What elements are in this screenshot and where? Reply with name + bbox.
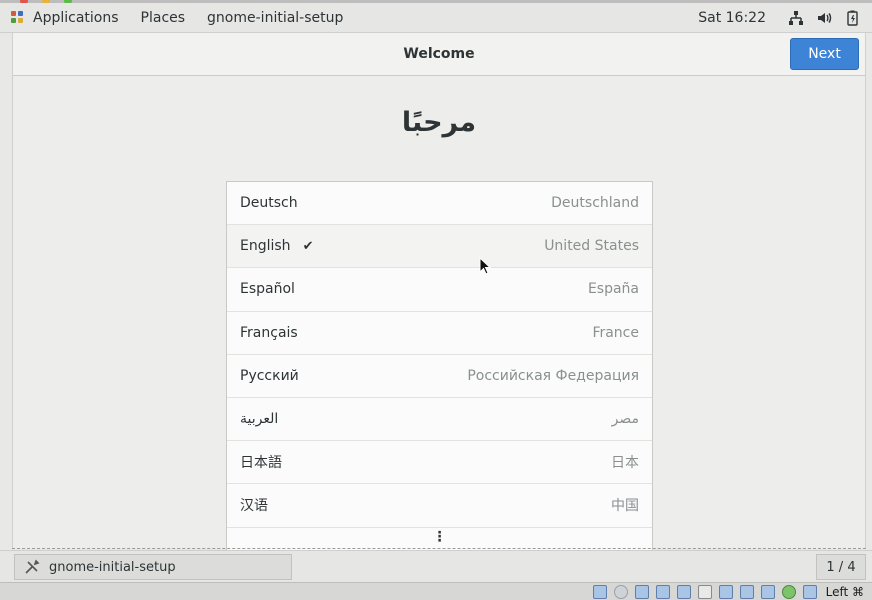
- more-languages-icon[interactable]: ⋮: [227, 530, 652, 544]
- checkmark-icon: ✔: [302, 238, 314, 254]
- vm-status-bar: Left ⌘: [0, 582, 872, 600]
- clock[interactable]: Sat 16:22: [698, 10, 788, 26]
- tools-icon: [25, 559, 40, 574]
- applications-label: Applications: [33, 9, 119, 26]
- network-adapter-icon[interactable]: [655, 584, 670, 599]
- window-title: Welcome: [403, 46, 475, 62]
- applications-menu[interactable]: Applications: [0, 3, 130, 32]
- app-menu-label: gnome-initial-setup: [207, 9, 344, 26]
- language-region: España: [587, 281, 639, 298]
- language-region: France: [592, 324, 639, 341]
- language-name: 汉语: [240, 498, 268, 515]
- mouse-pointer-icon: [479, 257, 491, 275]
- storage-icon[interactable]: [592, 584, 607, 599]
- workspace-indicator[interactable]: 1 / 4: [816, 554, 866, 580]
- language-list[interactable]: Deutsch Deutschland English ✔ United Sta…: [226, 181, 653, 553]
- mouse-integration-icon[interactable]: [802, 584, 817, 599]
- window-list-item[interactable]: gnome-initial-setup: [14, 554, 292, 580]
- language-row-deutsch[interactable]: Deutsch Deutschland: [227, 182, 652, 226]
- language-row-espanol[interactable]: Español España: [227, 268, 652, 312]
- places-menu[interactable]: Places: [130, 3, 197, 32]
- language-row-chinese[interactable]: 汉语 中国: [227, 484, 652, 528]
- language-row-russian[interactable]: Русский Российская Федерация: [227, 355, 652, 398]
- audio-icon[interactable]: [634, 584, 649, 599]
- language-name: Français: [240, 324, 298, 341]
- language-region: Deutschland: [551, 195, 639, 212]
- network-icon[interactable]: [788, 10, 804, 26]
- language-region: Российская Федерация: [467, 367, 639, 384]
- shared-folder-icon[interactable]: [697, 584, 712, 599]
- language-name: Deutsch: [240, 195, 298, 212]
- cpu-icon[interactable]: [760, 584, 775, 599]
- language-name: العربية: [240, 411, 279, 428]
- language-region: 日本: [611, 455, 639, 472]
- screen: Applications Places gnome-initial-setup …: [0, 0, 872, 600]
- initial-setup-window: Welcome Next مرحبًا Deutsch Deutschland …: [12, 33, 866, 553]
- optical-drive-icon[interactable]: [613, 584, 628, 599]
- language-region: United States: [544, 238, 639, 255]
- language-name: 日本語: [240, 455, 282, 472]
- volume-icon[interactable]: [816, 10, 832, 26]
- next-button[interactable]: Next: [790, 38, 859, 70]
- usb-icon[interactable]: [676, 584, 691, 599]
- header-bar: Welcome Next: [13, 33, 865, 76]
- window-list-label: gnome-initial-setup: [49, 559, 176, 575]
- gnome-foot-icon: [11, 10, 25, 25]
- host-key-label: Left ⌘: [825, 584, 864, 599]
- bottom-panel: gnome-initial-setup 1 / 4: [0, 550, 872, 582]
- display-icon[interactable]: [718, 584, 733, 599]
- language-region: مصر: [611, 411, 639, 428]
- battery-icon[interactable]: [844, 10, 860, 26]
- app-menu[interactable]: gnome-initial-setup: [196, 3, 354, 32]
- video-capture-icon[interactable]: [739, 584, 754, 599]
- language-row-japanese[interactable]: 日本語 日本: [227, 441, 652, 485]
- language-row-arabic[interactable]: العربية مصر: [227, 398, 652, 442]
- language-name: English: [240, 238, 291, 255]
- language-row-francais[interactable]: Français France: [227, 312, 652, 355]
- welcome-heading: مرحبًا: [401, 107, 477, 138]
- top-panel: Applications Places gnome-initial-setup …: [0, 3, 872, 33]
- places-label: Places: [140, 9, 186, 26]
- language-row-english[interactable]: English ✔ United States: [227, 225, 652, 269]
- language-name: Español: [240, 281, 295, 298]
- top-panel-right: Sat 16:22: [698, 3, 872, 32]
- language-name: Русский: [240, 367, 299, 384]
- globe-icon[interactable]: [781, 584, 796, 599]
- language-region: 中国: [611, 498, 639, 515]
